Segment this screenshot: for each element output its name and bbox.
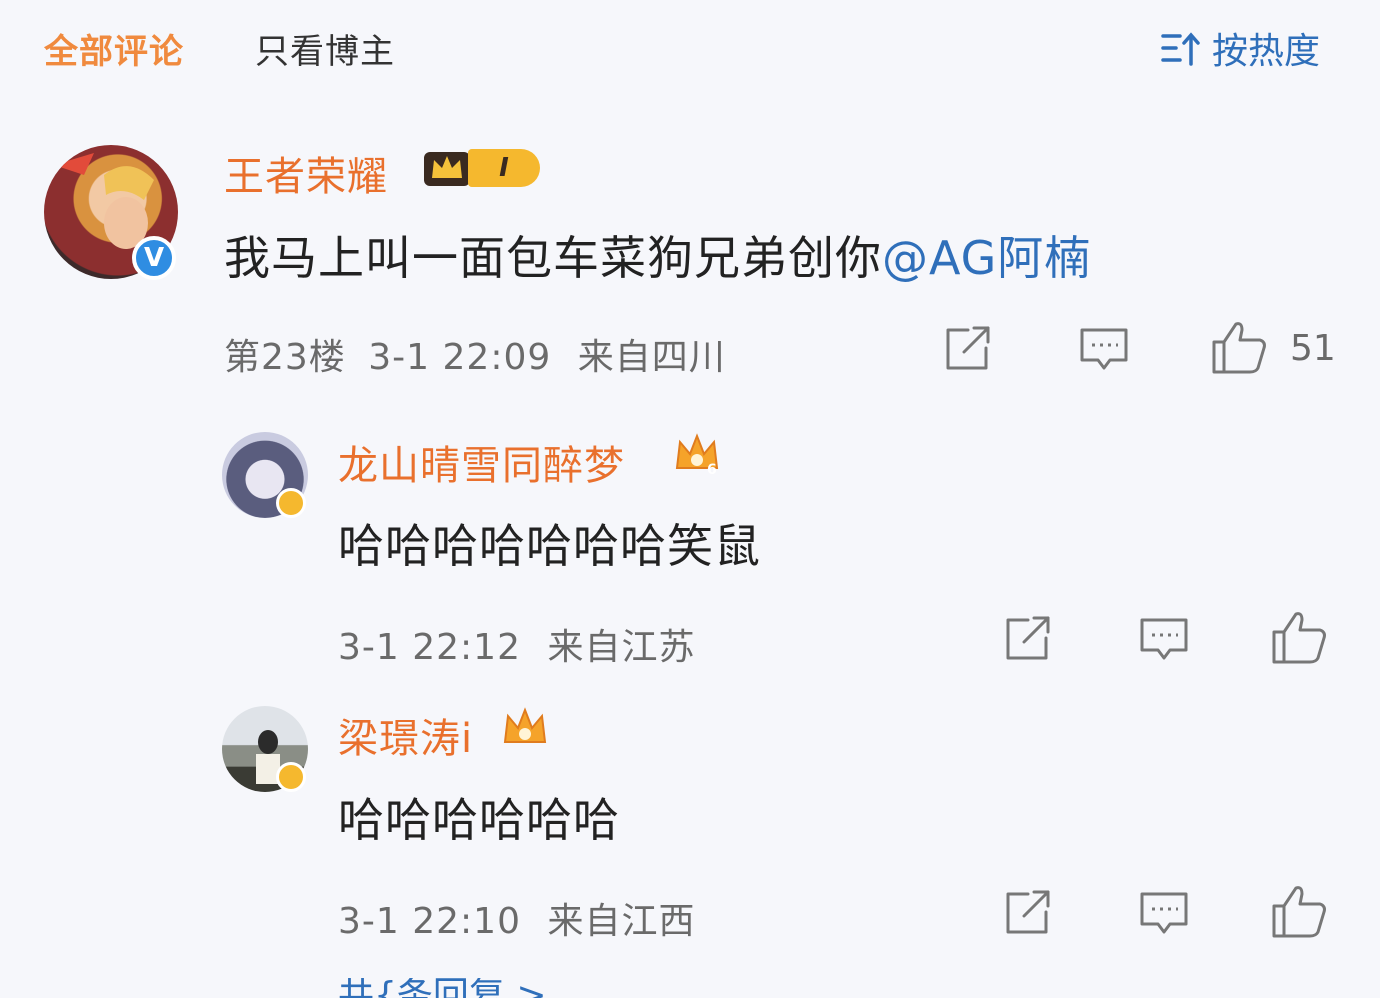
more-replies-link[interactable]: 共{条回复 > bbox=[338, 978, 547, 998]
vip-level-badge: I bbox=[422, 146, 540, 190]
tab-all-comments[interactable]: 全部评论 bbox=[44, 24, 184, 73]
location: 来自江苏 bbox=[547, 627, 696, 668]
reply-icon[interactable] bbox=[1138, 616, 1190, 664]
comment-meta: 第23楼 3-1 22:09 来自四川 bbox=[224, 328, 726, 380]
more-replies-label: 共{条回复 > bbox=[338, 978, 547, 998]
timestamp: 3-1 22:12 bbox=[338, 627, 521, 668]
crown-icon bbox=[500, 704, 550, 754]
reply-username[interactable]: 龙山晴雪同醉梦 bbox=[338, 433, 625, 491]
like-count: 51 bbox=[1290, 328, 1336, 369]
reply-text: 哈哈哈哈哈哈 bbox=[338, 793, 620, 847]
sort-icon bbox=[1160, 28, 1202, 68]
reply-username[interactable]: 梁璟涛i bbox=[338, 706, 473, 764]
mention-link[interactable]: @AG阿楠 bbox=[882, 231, 1091, 285]
share-icon[interactable] bbox=[1002, 890, 1052, 936]
reply-text: 哈哈哈哈哈哈哈笑鼠 bbox=[338, 519, 761, 573]
crown-icon: 6 bbox=[672, 430, 722, 480]
verified-icon: V bbox=[132, 236, 176, 280]
level-number: I bbox=[468, 149, 540, 187]
sort-label: 按热度 bbox=[1212, 31, 1321, 72]
verified-icon bbox=[276, 762, 306, 792]
location: 来自四川 bbox=[577, 337, 726, 378]
like-icon[interactable] bbox=[1270, 884, 1328, 938]
like-icon[interactable] bbox=[1270, 610, 1328, 664]
reply-icon[interactable] bbox=[1138, 890, 1190, 938]
sort-by-hot-button[interactable]: 按热度 bbox=[1160, 22, 1320, 74]
location: 来自江西 bbox=[547, 901, 696, 942]
comment-username[interactable]: 王者荣耀 bbox=[224, 144, 388, 202]
verified-icon bbox=[276, 488, 306, 518]
crown-level: 6 bbox=[707, 462, 717, 478]
share-icon[interactable] bbox=[1002, 616, 1052, 662]
floor-number: 第23楼 bbox=[224, 337, 346, 378]
like-icon[interactable] bbox=[1210, 320, 1268, 374]
share-icon[interactable] bbox=[942, 326, 992, 372]
reply-meta: 3-1 22:10 来自江西 bbox=[338, 892, 695, 944]
comment-text-body: 我马上叫一面包车菜狗兄弟创你 bbox=[224, 231, 882, 285]
reply-meta: 3-1 22:12 来自江苏 bbox=[338, 618, 695, 670]
timestamp: 3-1 22:09 bbox=[368, 337, 552, 378]
timestamp: 3-1 22:10 bbox=[338, 901, 521, 942]
tab-only-author[interactable]: 只看博主 bbox=[255, 24, 395, 73]
reply-icon[interactable] bbox=[1078, 326, 1130, 374]
comment-text: 我马上叫一面包车菜狗兄弟创你@AG阿楠 bbox=[224, 222, 1091, 288]
crown-icon bbox=[422, 146, 472, 190]
